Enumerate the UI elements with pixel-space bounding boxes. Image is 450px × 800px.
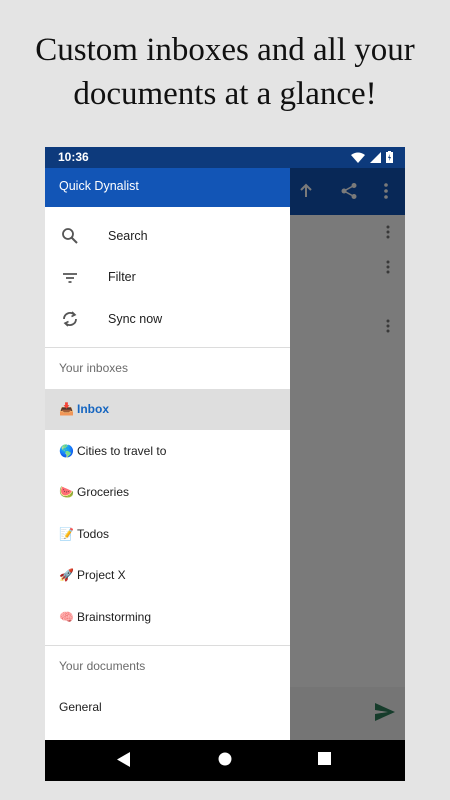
inbox-label: Inbox (77, 402, 109, 417)
system-nav-bar (45, 740, 405, 781)
signal-icon (370, 151, 381, 163)
headline-line-1: Custom inboxes and all your (35, 32, 415, 68)
menu-item-label: Filter (108, 270, 136, 285)
documents-section-title: Your documents (59, 658, 146, 673)
status-time: 10:36 (58, 150, 89, 164)
inbox-label: Todos (77, 526, 110, 541)
menu-item-sync[interactable]: Sync now (45, 298, 290, 340)
search-icon (62, 228, 78, 244)
status-bar: 10:36 (45, 147, 405, 168)
inbox-label: Project X (77, 568, 126, 583)
rocket-icon: 🚀 (59, 568, 74, 583)
brain-icon: 🧠 (59, 609, 74, 624)
battery-icon (386, 151, 393, 163)
wifi-icon (351, 152, 365, 163)
inbox-tray-icon: 📥 (59, 402, 74, 417)
inbox-item-cities[interactable]: 🌎 Cities to travel to (45, 430, 290, 472)
drawer-title: Quick Dynalist (59, 179, 139, 193)
inbox-label: Groceries (77, 485, 130, 500)
phone-screen: 10:36 Quick Dynalist Search Filter Sync … (45, 147, 405, 781)
drawer-header: Quick Dynalist (45, 168, 290, 207)
filter-icon (63, 272, 77, 283)
menu-item-label: Search (108, 228, 148, 243)
document-item-general[interactable]: General (45, 687, 290, 728)
inbox-item-inbox[interactable]: 📥 Inbox (45, 388, 290, 430)
memo-icon: 📝 (59, 526, 74, 541)
home-icon[interactable] (218, 752, 232, 766)
recents-icon[interactable] (318, 752, 331, 765)
inbox-label: Brainstorming (77, 609, 152, 624)
sync-icon (63, 311, 77, 327)
headline: Custom inboxes and all your documents at… (0, 28, 450, 116)
globe-icon: 🌎 (59, 443, 74, 458)
inbox-item-todos[interactable]: 📝 Todos (45, 513, 290, 555)
menu-item-search[interactable]: Search (45, 215, 290, 257)
inbox-item-project-x[interactable]: 🚀 Project X (45, 555, 290, 597)
inbox-item-groceries[interactable]: 🍉 Groceries (45, 472, 290, 514)
back-icon[interactable] (117, 752, 131, 767)
inboxes-section-title: Your inboxes (59, 360, 128, 375)
menu-item-label: Sync now (108, 311, 163, 326)
watermelon-icon: 🍉 (59, 485, 74, 500)
headline-line-2: documents at a glance! (73, 76, 377, 112)
inbox-label: Cities to travel to (77, 443, 167, 458)
navigation-drawer: Quick Dynalist Search Filter Sync now Yo… (45, 168, 290, 740)
inbox-item-brainstorming[interactable]: 🧠 Brainstorming (45, 596, 290, 638)
menu-item-filter[interactable]: Filter (45, 257, 290, 299)
